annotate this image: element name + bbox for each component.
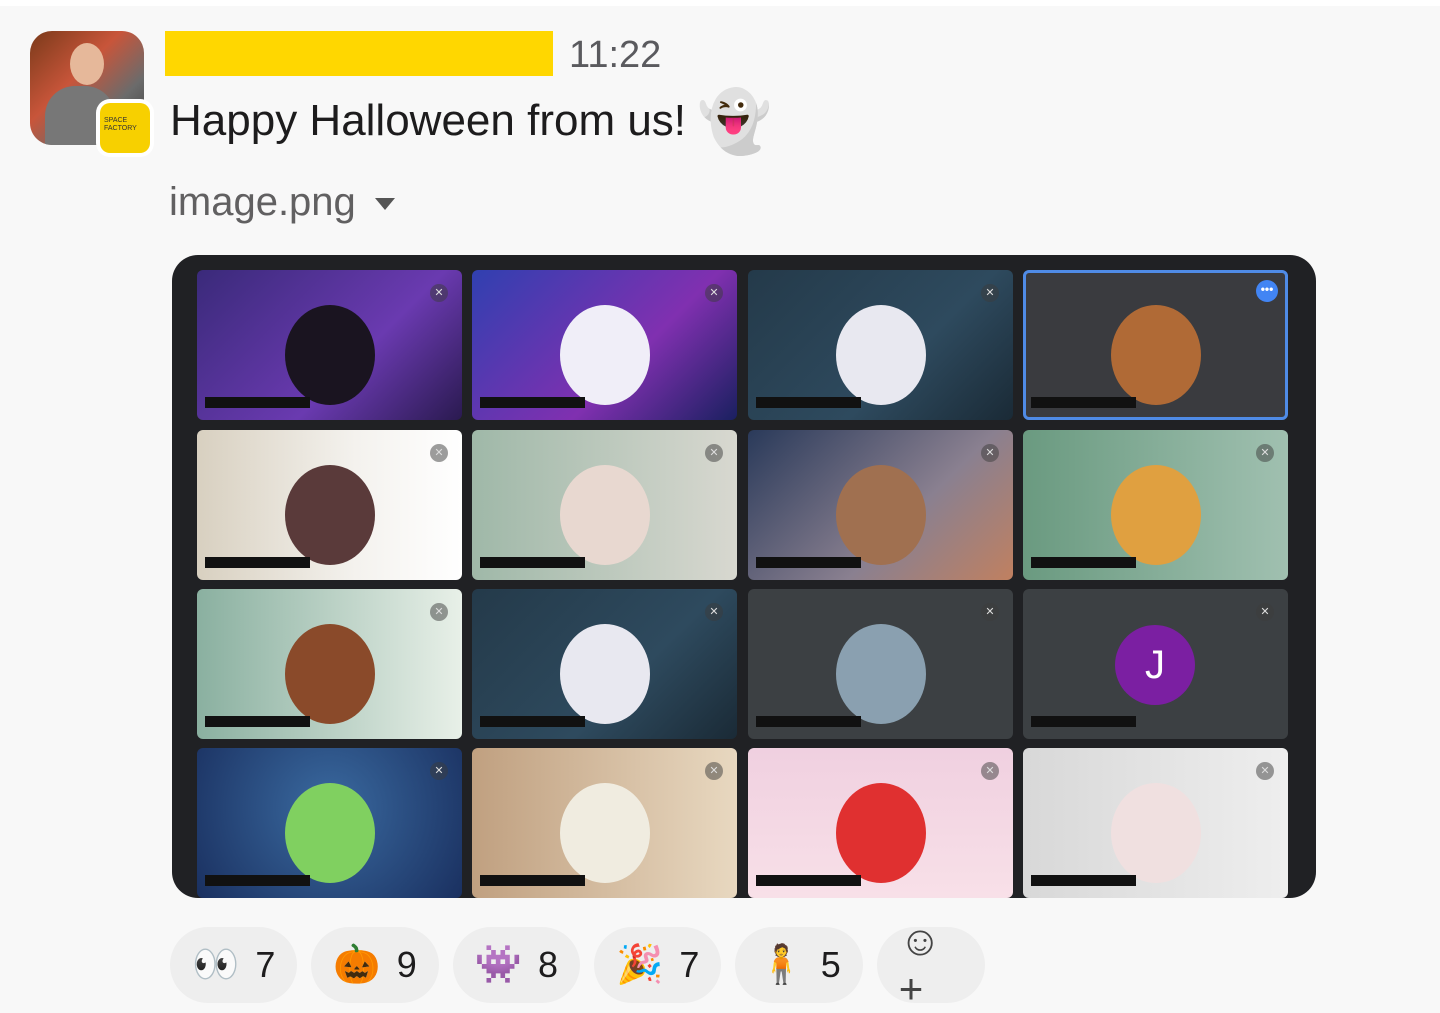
- reaction-button[interactable]: 🎃 9: [311, 927, 439, 1003]
- chevron-down-icon[interactable]: [375, 198, 395, 210]
- mic-off-icon: ✕: [1256, 444, 1274, 462]
- participant-video: [559, 305, 650, 405]
- mic-off-icon: ✕: [1256, 762, 1274, 780]
- participant-name-redacted: [205, 716, 310, 727]
- add-reaction-button[interactable]: ☺+: [876, 917, 985, 1012]
- video-tile: ✕: [472, 270, 737, 420]
- video-tile: ✕: [197, 589, 462, 739]
- mic-off-icon: ✕: [705, 603, 723, 621]
- participant-name-redacted: [480, 875, 585, 886]
- participant-video: [1110, 305, 1201, 405]
- participant-name-redacted: [480, 557, 585, 568]
- reaction-emoji-icon: 🧍: [757, 944, 805, 986]
- participant-video: [284, 783, 375, 883]
- participant-video: [1110, 783, 1201, 883]
- participant-name-redacted: [205, 875, 310, 886]
- video-tile: ✕: [748, 748, 1013, 898]
- participant-video: [559, 624, 650, 724]
- video-tile: ✕: [748, 270, 1013, 420]
- top-strip: [0, 0, 1440, 6]
- reaction-bar: 👀 7 🎃 9 👾 8 🎉 7 🧍 5 ☺+: [170, 917, 985, 1012]
- participant-video: [559, 465, 650, 565]
- participant-name-redacted: [1031, 875, 1136, 886]
- add-emoji-icon: ☺+: [898, 917, 942, 1012]
- message-timestamp[interactable]: 11:22: [569, 34, 661, 77]
- video-tile: ✕: [197, 270, 462, 420]
- participant-name-redacted: [205, 397, 310, 408]
- participant-name-redacted: [756, 397, 861, 408]
- video-tile: J ✕: [1023, 589, 1288, 739]
- participant-name-redacted: [756, 875, 861, 886]
- mic-off-icon: ✕: [981, 762, 999, 780]
- reaction-count: 5: [820, 944, 841, 985]
- participant-name-redacted: [756, 716, 861, 727]
- reaction-button[interactable]: 👀 7: [170, 927, 298, 1003]
- reaction-count: 7: [255, 944, 276, 985]
- participant-name-redacted: [1031, 716, 1136, 727]
- participant-name-redacted: [205, 557, 310, 568]
- participant-name-redacted: [480, 397, 585, 408]
- reaction-button[interactable]: 🧍 5: [735, 927, 863, 1003]
- sender-name-redacted[interactable]: [165, 31, 553, 76]
- attachment-filename[interactable]: image.png: [169, 180, 356, 225]
- participant-video: [835, 305, 926, 405]
- video-tile: ✕: [472, 748, 737, 898]
- video-tile: ✕: [197, 748, 462, 898]
- participant-video: [559, 783, 650, 883]
- mic-off-icon: ✕: [705, 284, 723, 302]
- reaction-emoji-icon: 👀: [192, 944, 240, 986]
- video-tile: •••: [1023, 270, 1288, 420]
- ghost-emoji-icon: 👻: [697, 88, 772, 155]
- mic-off-icon: ✕: [705, 444, 723, 462]
- participant-name-redacted: [1031, 557, 1136, 568]
- participant-name-redacted: [1031, 397, 1136, 408]
- mic-off-icon: ✕: [981, 444, 999, 462]
- mic-off-icon: ✕: [981, 284, 999, 302]
- reaction-count: 9: [396, 944, 417, 985]
- participant-name-redacted: [756, 557, 861, 568]
- message-text: Happy Halloween from us!: [170, 96, 687, 145]
- video-tile: ✕: [472, 589, 737, 739]
- video-tile: ✕: [472, 430, 737, 580]
- participant-avatar: J: [1115, 625, 1195, 705]
- participant-video: [835, 465, 926, 565]
- image-attachment-video-grid[interactable]: ✕ ✕ ✕ ••• ✕ ✕ ✕ ✕ ✕ ✕ ✕ J ✕ ✕ ✕ ✕ ✕: [172, 255, 1316, 898]
- mic-off-icon: ✕: [430, 762, 448, 780]
- video-tile: ✕: [1023, 748, 1288, 898]
- reaction-emoji-icon: 🎉: [616, 944, 664, 986]
- more-options-icon: •••: [1256, 280, 1278, 302]
- workspace-badge: SPACE FACTORY: [96, 99, 154, 157]
- participant-video: [284, 305, 375, 405]
- reaction-count: 7: [679, 944, 700, 985]
- mic-off-icon: ✕: [981, 603, 999, 621]
- mic-off-icon: ✕: [705, 762, 723, 780]
- participant-video: [835, 624, 926, 724]
- video-tile: ✕: [197, 430, 462, 580]
- participant-video: [835, 783, 926, 883]
- mic-off-icon: ✕: [1256, 603, 1274, 621]
- video-tile: ✕: [1023, 430, 1288, 580]
- video-tile: ✕: [748, 430, 1013, 580]
- reaction-button[interactable]: 🎉 7: [594, 927, 722, 1003]
- participant-name-redacted: [480, 716, 585, 727]
- participant-video: [284, 624, 375, 724]
- reaction-count: 8: [538, 944, 559, 985]
- reaction-emoji-icon: 👾: [474, 944, 523, 986]
- mic-off-icon: ✕: [430, 444, 448, 462]
- participant-video: [1110, 465, 1201, 565]
- mic-off-icon: ✕: [430, 603, 448, 621]
- participant-video: [284, 465, 375, 565]
- reaction-emoji-icon: 🎃: [333, 944, 381, 986]
- mic-off-icon: ✕: [430, 284, 448, 302]
- reaction-button[interactable]: 👾 8: [452, 927, 581, 1003]
- video-tile: ✕: [748, 589, 1013, 739]
